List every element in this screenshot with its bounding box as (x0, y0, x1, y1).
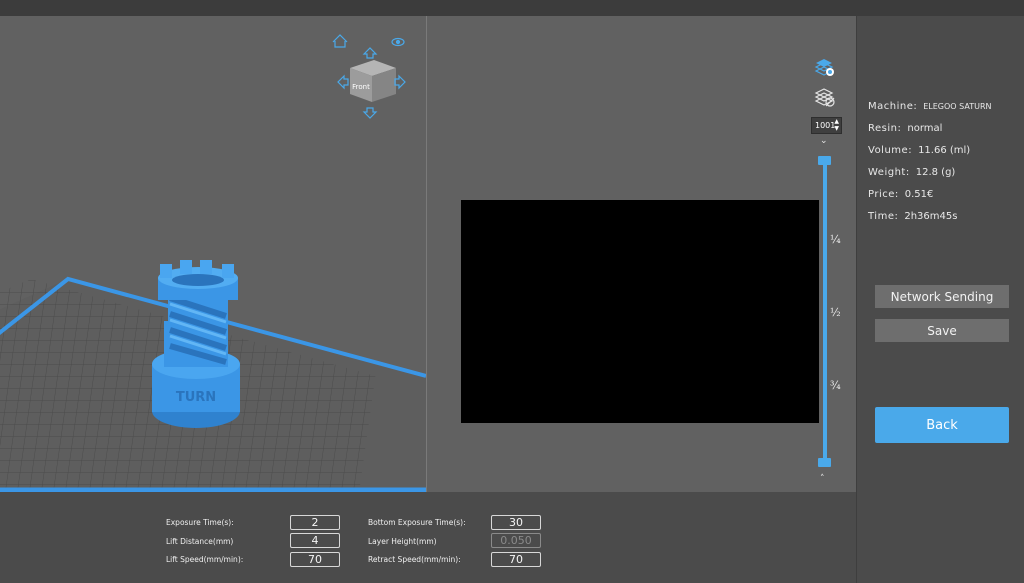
layer-preview-image (461, 200, 819, 423)
save-button[interactable]: Save (875, 319, 1009, 342)
info-panel: Machine: ELEGOO SATURN Resin: normal Volum… (856, 16, 1024, 583)
layer-slider-bottom-handle[interactable] (818, 458, 831, 467)
model-engraving: TURN (176, 390, 216, 405)
slider-half-label: ½ (830, 306, 841, 319)
rook-model[interactable]: TURN (152, 260, 240, 428)
volume-info: Volume: 11.66 (ml) (868, 145, 971, 156)
network-sending-button[interactable]: Network Sending (875, 285, 1009, 308)
print-parameters-panel: Exposure Time(s): 2 Lift Distance(mm) 4 … (0, 492, 856, 583)
layer-height-field: 0.050 (491, 533, 541, 548)
retract-speed-label: Retract Speed(mm/min): (368, 555, 461, 564)
layer-slider-top-handle[interactable] (818, 156, 831, 165)
resin-value: normal (907, 123, 943, 134)
weight-info: Weight: 12.8 (g) (868, 167, 956, 178)
time-value: 2h36m45s (904, 211, 958, 222)
view-cube[interactable]: Front (350, 60, 396, 102)
chevron-up-icon[interactable]: ˄ (820, 474, 825, 484)
viewcube-front-label: Front (352, 83, 370, 91)
home-view-icon[interactable] (332, 34, 348, 48)
rotate-right-arrow-icon[interactable] (394, 74, 406, 90)
lift-distance-label: Lift Distance(mm) (166, 537, 234, 546)
layer-slider-track[interactable] (823, 158, 827, 464)
slider-quarter-label: ¼ (830, 233, 841, 246)
rotate-left-arrow-icon[interactable] (337, 74, 349, 90)
layer-number-value: 1001 (815, 121, 836, 130)
layer-height-label: Layer Height(mm) (368, 537, 437, 546)
hide-layers-icon[interactable] (814, 86, 836, 108)
volume-value: 11.66 (ml) (918, 145, 971, 156)
lift-speed-field[interactable]: 70 (290, 552, 340, 567)
exposure-time-field[interactable]: 2 (290, 515, 340, 530)
layer-stepper-icon[interactable]: ▲ ▼ (834, 118, 839, 132)
rotate-up-arrow-icon[interactable] (362, 47, 378, 59)
show-layers-icon[interactable] (814, 56, 836, 78)
price-info: Price: 0.51€ (868, 189, 934, 200)
slider-three-quarter-label: ¾ (830, 379, 841, 392)
weight-value: 12.8 (g) (915, 167, 956, 178)
price-value: 0.51€ (904, 189, 934, 200)
rotate-down-arrow-icon[interactable] (362, 107, 378, 119)
machine-info: Machine: ELEGOO SATURN (868, 101, 992, 112)
back-button[interactable]: Back (875, 407, 1009, 443)
retract-speed-field[interactable]: 70 (491, 552, 541, 567)
time-info: Time: 2h36m45s (868, 211, 958, 222)
exposure-time-label: Exposure Time(s): (166, 518, 234, 527)
resin-info: Resin: normal (868, 123, 943, 134)
build-plate-scene: TURN Front (0, 34, 426, 492)
lift-speed-label: Lift Speed(mm/min): (166, 555, 244, 564)
bottom-exposure-label: Bottom Exposure Time(s): (368, 518, 466, 527)
machine-value: ELEGOO SATURN (923, 102, 992, 111)
lift-distance-field[interactable]: 4 (290, 533, 340, 548)
title-bar (0, 0, 1024, 16)
slice-viewport: 1001 ▲ ▼ ⌄ ¼ ½ ¾ ˄ (427, 16, 856, 492)
chevron-down-icon[interactable]: ⌄ (820, 136, 828, 146)
model-viewport[interactable]: TURN Front (0, 16, 426, 492)
bottom-exposure-field[interactable]: 30 (491, 515, 541, 530)
layer-number-input[interactable]: 1001 ▲ ▼ (811, 117, 842, 134)
